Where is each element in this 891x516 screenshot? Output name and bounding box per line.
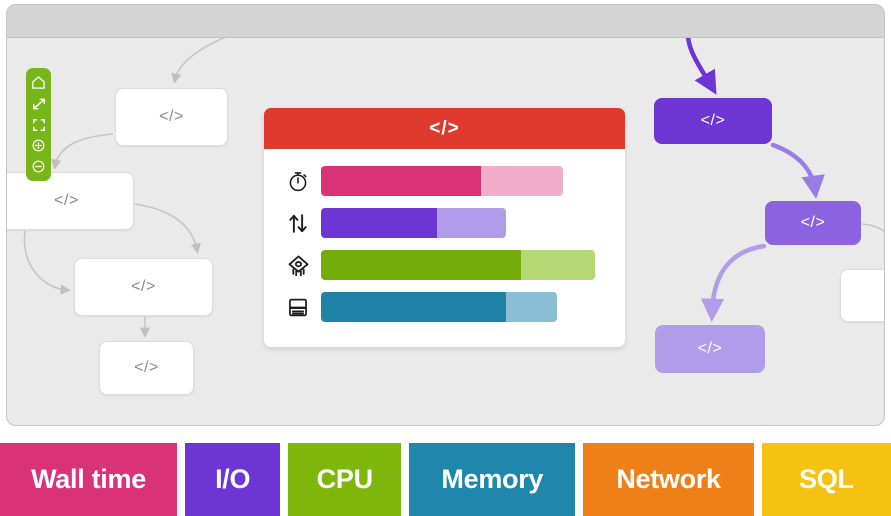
legend-tile-label: Network — [616, 464, 721, 494]
profiler-window: </> </> </> </> </> </> </> </> — [6, 4, 885, 426]
metric-bar-secondary — [481, 166, 563, 196]
metrics-card-header: </> — [264, 108, 625, 149]
zoom-in-icon[interactable] — [30, 137, 47, 154]
legend-tile-memory[interactable]: Memory — [409, 443, 576, 516]
graph-node-3[interactable]: </> — [74, 258, 213, 316]
metric-bar-secondary — [437, 208, 506, 238]
app-root: </> </> </> </> </> </> </> </> Wall tim… — [0, 0, 891, 516]
legend-tile-label: SQL — [799, 464, 854, 494]
graph-node-4[interactable]: </> — [99, 341, 194, 395]
metric-row — [286, 208, 603, 238]
legend-tile-cpu[interactable]: CPU — [288, 443, 402, 516]
metric-legend: Wall time I/O CPU Memory Network SQL — [0, 443, 891, 516]
metric-bar-secondary — [521, 250, 595, 280]
graph-node-edge-clipped[interactable] — [840, 269, 884, 322]
metric-bar — [321, 166, 563, 196]
metric-bar-secondary — [506, 292, 557, 322]
metric-bar-primary — [321, 250, 521, 280]
memory-module-icon — [286, 294, 310, 320]
legend-tile-label: Memory — [441, 464, 544, 494]
metric-row — [286, 292, 603, 322]
metric-bar — [321, 250, 595, 280]
graph-node-purple-1[interactable]: </> — [654, 98, 772, 144]
graph-node-label: </> — [700, 112, 726, 129]
legend-tile-label: I/O — [215, 464, 251, 494]
metric-bar-primary — [321, 208, 437, 238]
metrics-card[interactable]: </> — [264, 108, 625, 347]
legend-tile-sql[interactable]: SQL — [761, 443, 891, 516]
legend-tile-wall-time[interactable]: Wall time — [0, 443, 178, 516]
expand-arrows-icon[interactable] — [30, 95, 47, 112]
metric-row — [286, 250, 603, 280]
graph-node-purple-3[interactable]: </> — [655, 325, 765, 373]
graph-node-label: </> — [54, 192, 79, 209]
graph-node-2[interactable]: </> — [7, 172, 134, 230]
graph-canvas[interactable]: </> </> </> </> </> </> </> </> — [7, 38, 884, 425]
graph-node-1[interactable]: </> — [115, 88, 228, 146]
graph-node-label: </> — [131, 278, 156, 295]
fullscreen-corners-icon[interactable] — [30, 116, 47, 133]
home-icon[interactable] — [30, 74, 47, 91]
canvas-view-controls[interactable] — [26, 68, 51, 181]
legend-tile-label: Wall time — [31, 464, 146, 494]
graph-node-label: </> — [159, 108, 184, 125]
metric-bar — [321, 292, 557, 322]
cpu-chip-icon — [286, 252, 310, 278]
graph-node-label: </> — [697, 340, 723, 357]
arrows-up-down-icon — [286, 210, 310, 236]
metric-bar — [321, 208, 506, 238]
metric-bar-primary — [321, 292, 506, 322]
zoom-out-icon[interactable] — [30, 158, 47, 175]
graph-node-purple-2[interactable]: </> — [765, 201, 861, 245]
legend-tile-io[interactable]: I/O — [185, 443, 281, 516]
legend-tile-network[interactable]: Network — [583, 443, 754, 516]
metric-bar-primary — [321, 166, 481, 196]
graph-node-label: </> — [800, 214, 826, 231]
metrics-card-title: </> — [429, 117, 460, 139]
graph-node-label: </> — [134, 359, 159, 376]
metric-row — [286, 166, 603, 196]
stopwatch-icon — [286, 168, 310, 194]
window-titlebar — [7, 5, 884, 38]
legend-tile-label: CPU — [316, 464, 373, 494]
metrics-card-body — [264, 149, 625, 338]
